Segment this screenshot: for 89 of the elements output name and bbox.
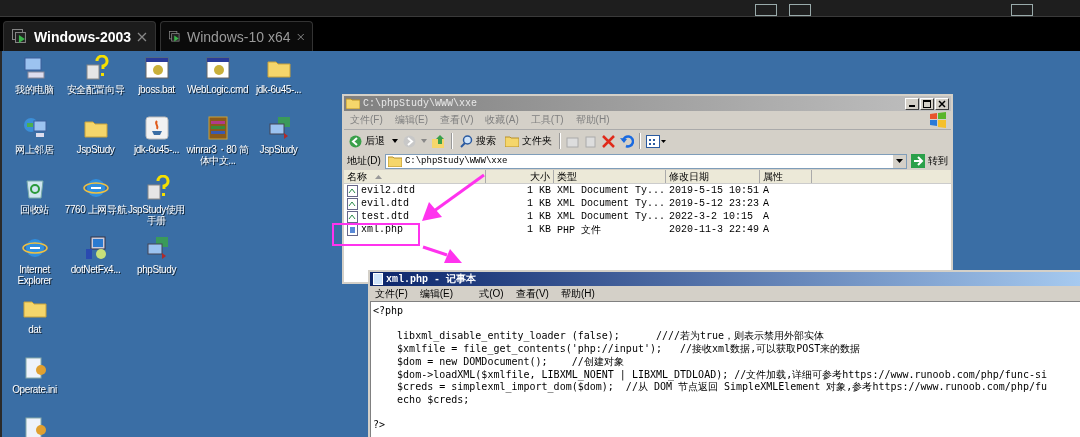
vm-icon	[169, 28, 181, 45]
column-header[interactable]: 类型	[554, 170, 666, 183]
vm-tab[interactable]: Windows-10 x64	[160, 21, 313, 51]
icon-label: JspStudy	[258, 144, 299, 155]
undo-icon[interactable]	[620, 134, 634, 148]
icon-label: 安全配置向导	[65, 84, 126, 95]
notepad-icon	[373, 273, 383, 285]
go-button[interactable]: 转到	[911, 154, 948, 168]
vm-icon	[12, 28, 28, 45]
file-attributes: A	[762, 211, 770, 222]
close-icon	[938, 99, 946, 108]
windows-logo-icon	[929, 112, 947, 128]
column-header[interactable]: 大小	[486, 170, 554, 183]
address-field[interactable]: C:\phpStudy\WWW\xxe	[384, 153, 907, 169]
menu-item[interactable]: 查看(V)	[515, 286, 549, 301]
window-icon[interactable]	[755, 4, 777, 16]
file-attributes: A	[762, 198, 770, 209]
icon-label: Internet Explorer	[16, 264, 53, 286]
folder-icon	[505, 135, 519, 147]
annotation-arrow	[422, 245, 462, 263]
icon-label: dotNetFx4...	[69, 264, 122, 275]
file-attributes: A	[762, 185, 770, 196]
file-size: 1 KB	[526, 185, 552, 196]
back-button[interactable]: 后退	[347, 134, 387, 148]
computer-icon[interactable]	[21, 55, 48, 81]
window-icon[interactable]	[789, 4, 811, 16]
close-button[interactable]	[935, 97, 949, 110]
xml-file-icon	[347, 197, 358, 210]
icon-label: winrar3・80 简体中文...	[185, 144, 250, 166]
file-size: 1 KB	[526, 198, 552, 209]
menu-item[interactable]: 式(O)	[479, 286, 504, 301]
menu-item[interactable]: 文件(F)	[375, 286, 408, 301]
window-icon[interactable]	[1011, 4, 1033, 16]
file-date: 2020-11-3 22:49	[668, 224, 760, 235]
text-editor[interactable]: <?php libxml_disable_entity_loader (false); ////若为true，则表示禁用外部实体 $xmlfile = file_get_contents('php://input'); //接收xml数据,可以获取POST来的数据 $dom = new DOMDocument(); //创建对象 $dom->loadXML($xmlfile, LIBXML_NOENT | LIBXML_DTDLOAD); //文件加载,详细可参考https://www.runoob.com/php/func-si $creds = simplexml_import_dom($dom); //从 DOM 节点返回 SimpleXMLElement 对象,参考https://www.runoob.com/php/fu echo $creds; ?>	[370, 301, 1080, 437]
file-attributes: A	[762, 224, 770, 235]
views-icon[interactable]	[646, 134, 666, 148]
file-size: 1 KB	[526, 224, 552, 235]
icon-label: JspStudy	[75, 144, 116, 155]
file-type: XML Document Ty...	[556, 211, 666, 222]
folders-button[interactable]: 文件夹	[503, 134, 554, 148]
xml-file-icon	[347, 210, 358, 223]
close-icon[interactable]	[296, 31, 304, 42]
java-icon[interactable]	[143, 115, 170, 141]
icon-label: 7760 上网导航	[63, 204, 128, 215]
folder-icon	[346, 98, 360, 109]
batch-file-icon[interactable]	[143, 55, 170, 81]
window-title: xml.php - 记事本	[386, 272, 476, 286]
column-header[interactable]: 属性	[760, 170, 812, 183]
menu-item[interactable]: 帮助(H)	[560, 286, 595, 301]
icon-label: 我的电脑	[14, 84, 55, 95]
delete-icon[interactable]	[602, 134, 615, 148]
file-size: 1 KB	[526, 211, 552, 222]
search-icon	[460, 134, 473, 148]
icon-label: WebLogic.cmd	[185, 84, 250, 95]
file-type: PHP 文件	[556, 223, 602, 237]
dropdown-icon[interactable]	[392, 139, 398, 143]
dropdown-icon	[896, 159, 903, 163]
icon-label: JspStudy使用手册	[127, 204, 187, 226]
icon-label: dat	[27, 324, 42, 335]
up-folder-icon[interactable]	[432, 134, 446, 148]
menu-item[interactable]: 编辑(E)	[419, 286, 454, 301]
icon-label: 网上邻居	[14, 144, 55, 155]
maximize-button[interactable]	[920, 97, 934, 110]
file-name[interactable]: evil.dtd	[361, 198, 409, 209]
file-type: XML Document Ty...	[556, 198, 666, 209]
sort-icon	[375, 174, 382, 179]
file-type: XML Document Ty...	[556, 185, 666, 196]
xml-file-icon	[347, 184, 358, 197]
file-date: 2022-3-2 10:15	[668, 211, 754, 222]
minimize-button[interactable]	[905, 97, 919, 110]
icon-label: Operate.ini	[11, 384, 58, 395]
file-date: 2019-5-15 10:51	[668, 185, 760, 196]
batch-file-icon[interactable]	[204, 55, 231, 81]
folder-icon	[387, 155, 402, 167]
window-title: C:\phpStudy\WWW\xxe	[363, 98, 479, 109]
column-header[interactable]: 修改日期	[666, 170, 760, 183]
file-date: 2019-5-12 23:23	[668, 198, 760, 209]
vm-tab[interactable]: Windows-2003	[3, 21, 156, 51]
column-header[interactable]: 名称	[344, 170, 486, 183]
search-button[interactable]: 搜索	[458, 134, 498, 148]
annotation-arrow	[422, 173, 485, 221]
maximize-icon	[923, 99, 931, 108]
go-arrow-icon	[911, 154, 925, 168]
address-label: 地址(D)	[347, 154, 381, 168]
close-icon[interactable]	[137, 31, 147, 42]
file-name[interactable]: test.dtd	[361, 211, 409, 222]
file-name[interactable]: evil2.dtd	[361, 185, 415, 196]
icon-label: phpStudy	[135, 264, 178, 275]
